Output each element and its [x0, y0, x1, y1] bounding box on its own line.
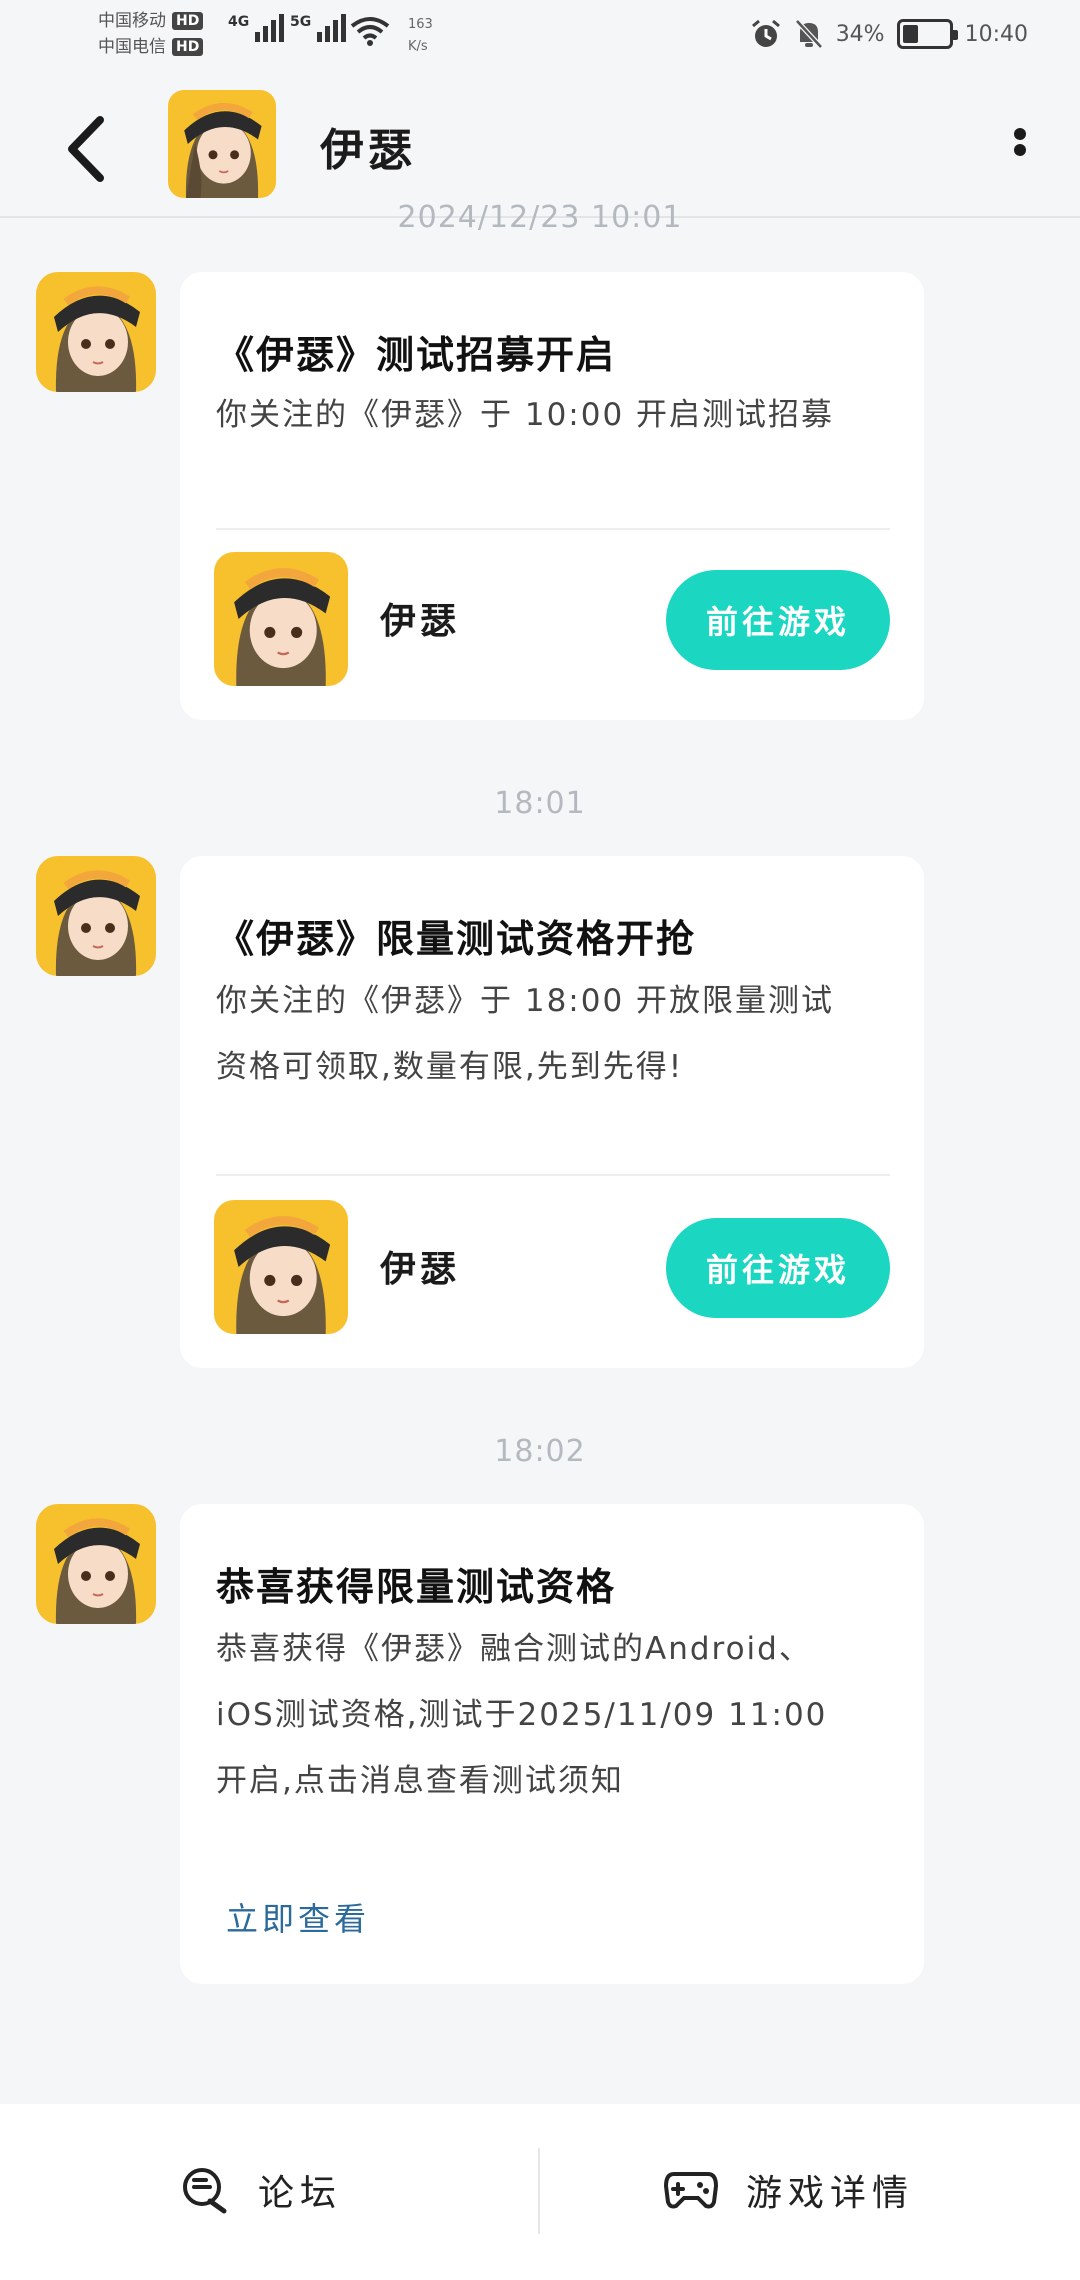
forum-chat-icon [183, 2168, 227, 2214]
message-title: 恭喜获得限量测试资格 [216, 1565, 617, 1609]
game-details-button[interactable]: 游戏详情 [664, 2164, 914, 2216]
game-character-icon [168, 90, 276, 198]
game-character-icon [214, 1200, 348, 1334]
forum-button[interactable]: 论坛 [180, 2164, 342, 2216]
carrier-info: 中国移动 HD 中国电信 HD [98, 8, 204, 60]
hd-badge-2: HD [172, 38, 204, 56]
game-name: 伊瑟 [380, 1249, 461, 1290]
game-character-icon [36, 272, 156, 392]
sender-avatar[interactable] [36, 272, 156, 392]
wifi-icon [350, 17, 390, 46]
game-icon[interactable] [214, 1200, 348, 1334]
game-avatar[interactable] [168, 90, 276, 198]
go-to-game-button[interactable]: 前往游戏 [666, 570, 890, 670]
carrier-1: 中国移动 [98, 11, 166, 31]
chat-header: 伊瑟 [0, 80, 1080, 218]
clock: 10:40 [964, 21, 1028, 47]
back-icon[interactable] [62, 114, 112, 184]
carrier-2: 中国电信 [98, 37, 166, 57]
message-body: 你关注的《伊瑟》于 10:00 开启测试招募 [216, 397, 835, 433]
more-options-icon[interactable] [1000, 120, 1040, 180]
hd-badge-1: HD [172, 12, 204, 30]
bottom-divider [538, 2148, 540, 2234]
game-character-icon [36, 856, 156, 976]
card-divider [216, 528, 890, 530]
game-name: 伊瑟 [380, 601, 461, 642]
network-speed: 163 K/s [408, 17, 433, 54]
message-body: 你关注的《伊瑟》于 18:00 开放限量测试资格可领取,数量有限,先到先得! [216, 983, 835, 1085]
message-card[interactable]: 《伊瑟》测试招募开启 你关注的《伊瑟》于 10:00 开启测试招募 伊瑟 前往游… [180, 272, 924, 720]
go-to-game-button[interactable]: 前往游戏 [666, 1218, 890, 1318]
message-title: 《伊瑟》测试招募开启 [216, 333, 617, 377]
game-character-icon [214, 552, 348, 686]
battery-percent: 34% [835, 21, 885, 47]
mute-bell-icon [794, 19, 823, 49]
message-timestamp: 18:02 [494, 1434, 586, 1469]
message-timestamp: 18:01 [494, 786, 586, 821]
forum-label: 论坛 [258, 2173, 343, 2214]
view-now-link[interactable]: 立即查看 [226, 1894, 370, 1940]
message-card[interactable]: 《伊瑟》限量测试资格开抢 你关注的《伊瑟》于 18:00 开放限量测试资格可领取… [180, 856, 924, 1368]
gamepad-icon [664, 2172, 718, 2209]
bottom-bar: 论坛 游戏详情 [0, 2104, 1080, 2280]
sender-avatar[interactable] [36, 856, 156, 976]
message-card[interactable]: 恭喜获得限量测试资格 恭喜获得《伊瑟》融合测试的Android、iOS测试资格,… [180, 1504, 924, 1984]
message-timestamp: 2024/12/23 10:01 [397, 200, 683, 235]
game-character-icon [36, 1504, 156, 1624]
signal-4g-icon: 4G [228, 14, 285, 42]
game-details-label: 游戏详情 [746, 2173, 915, 2214]
alarm-icon [751, 19, 780, 47]
signal-5g-icon: 5G [290, 14, 347, 42]
card-divider [216, 1174, 890, 1176]
message-title: 《伊瑟》限量测试资格开抢 [216, 917, 697, 961]
status-bar: 中国移动 HD 中国电信 HD 4G 5G 163 K/s 34% 10:40 [0, 0, 1080, 80]
battery-icon [896, 19, 958, 49]
message-body: 恭喜获得《伊瑟》融合测试的Android、iOS测试资格,测试于2025/11/… [216, 1631, 828, 1799]
page-title: 伊瑟 [320, 125, 416, 176]
sender-avatar[interactable] [36, 1504, 156, 1624]
game-icon[interactable] [214, 552, 348, 686]
